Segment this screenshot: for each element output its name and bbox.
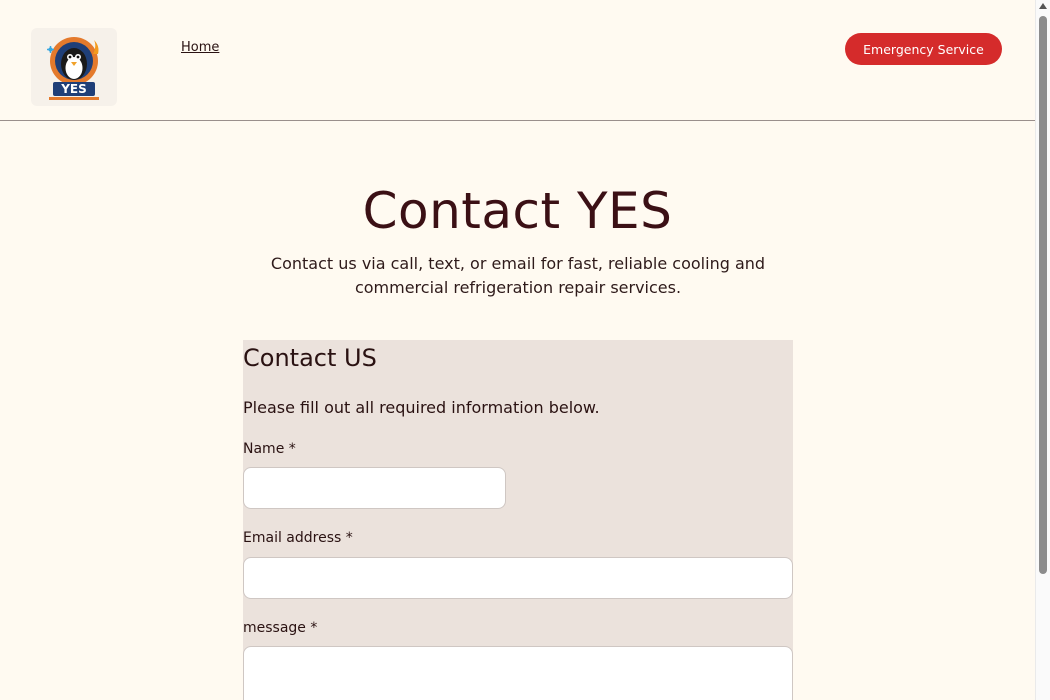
scrollbar-thumb[interactable] bbox=[1039, 16, 1047, 574]
name-label: Name * bbox=[243, 441, 296, 457]
emergency-service-button[interactable]: Emergency Service bbox=[845, 33, 1002, 65]
page-subtitle: Contact us via call, text, or email for … bbox=[270, 254, 766, 297]
form-instructions: Please fill out all required information… bbox=[243, 398, 600, 417]
penguin-logo-icon: YES bbox=[47, 37, 99, 100]
page: YES Home Emergency Service Contact YES C… bbox=[0, 0, 1035, 700]
logo-text: YES bbox=[60, 82, 87, 96]
form-title: Contact US bbox=[243, 344, 377, 372]
page-title: Contact YES bbox=[362, 182, 673, 240]
email-label: Email address * bbox=[243, 530, 353, 546]
site-header: YES Home Emergency Service bbox=[0, 0, 1035, 121]
message-label: message * bbox=[243, 620, 318, 636]
vertical-scrollbar[interactable] bbox=[1035, 0, 1050, 700]
email-input[interactable] bbox=[243, 557, 793, 599]
scroll-up-arrow-icon[interactable] bbox=[1039, 3, 1047, 9]
contact-form: Contact US Please fill out all required … bbox=[243, 340, 793, 700]
name-input[interactable] bbox=[243, 467, 506, 509]
message-textarea[interactable] bbox=[243, 646, 793, 700]
nav-link-home[interactable]: Home bbox=[181, 40, 219, 55]
site-logo[interactable]: YES bbox=[31, 28, 117, 106]
